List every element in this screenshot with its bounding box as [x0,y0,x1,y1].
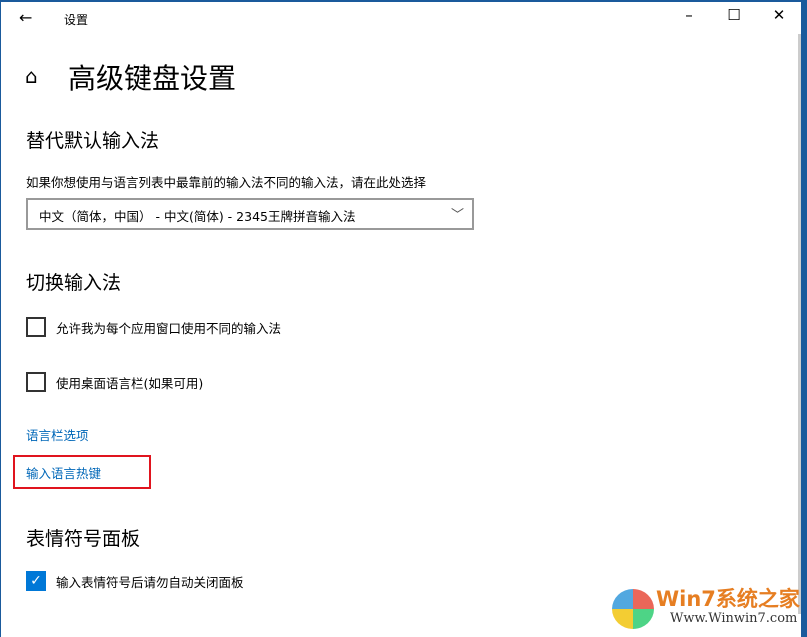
highlight-box [13,455,151,489]
checkbox-box [26,372,46,392]
checkbox-label: 使用桌面语言栏(如果可用) [56,373,203,392]
window-title: 设置 [64,11,88,28]
minimize-button[interactable]: – [674,6,704,24]
settings-window: ← 设置 – ☐ ✕ ⌂ 高级键盘设置 替代默认输入法 如果你想使用与语言列表中… [1,2,801,637]
home-icon[interactable]: ⌂ [25,64,38,88]
desktop-language-bar-checkbox[interactable]: 使用桌面语言栏(如果可用) [26,372,203,392]
language-bar-options-link[interactable]: 语言栏选项 [26,425,89,444]
maximize-button[interactable]: ☐ [719,6,749,24]
checkbox-label: 输入表情符号后请勿自动关闭面板 [56,572,244,591]
scrollbar[interactable] [798,34,801,614]
switch-heading: 切换输入法 [26,268,121,295]
back-arrow-icon[interactable]: ← [19,8,32,27]
page-title: 高级键盘设置 [68,57,236,97]
watermark-url: Www.Winwin7.com [670,611,797,626]
override-heading: 替代默认输入法 [26,126,159,153]
checkmark-icon: ✓ [26,571,46,591]
emoji-panel-checkbox[interactable]: ✓ 输入表情符号后请勿自动关闭面板 [26,571,244,591]
input-method-dropdown[interactable]: 中文（简体，中国） - 中文(简体) - 2345王牌拼音输入法 ﹀ [26,198,474,230]
windows-logo-icon [612,589,654,629]
per-app-input-checkbox[interactable]: 允许我为每个应用窗口使用不同的输入法 [26,317,281,337]
emoji-heading: 表情符号面板 [26,524,140,551]
watermark-brand: Win7系统之家 [656,583,800,613]
watermark: Win7系统之家 Www.Winwin7.com [612,583,802,633]
dropdown-value: 中文（简体，中国） - 中文(简体) - 2345王牌拼音输入法 [39,209,355,224]
checkbox-box [26,317,46,337]
title-bar: ← 设置 – ☐ ✕ [1,2,801,34]
override-description: 如果你想使用与语言列表中最靠前的输入法不同的输入法，请在此处选择 [26,172,426,191]
close-button[interactable]: ✕ [764,6,794,24]
checkbox-label: 允许我为每个应用窗口使用不同的输入法 [56,318,281,337]
chevron-down-icon: ﹀ [451,204,464,223]
